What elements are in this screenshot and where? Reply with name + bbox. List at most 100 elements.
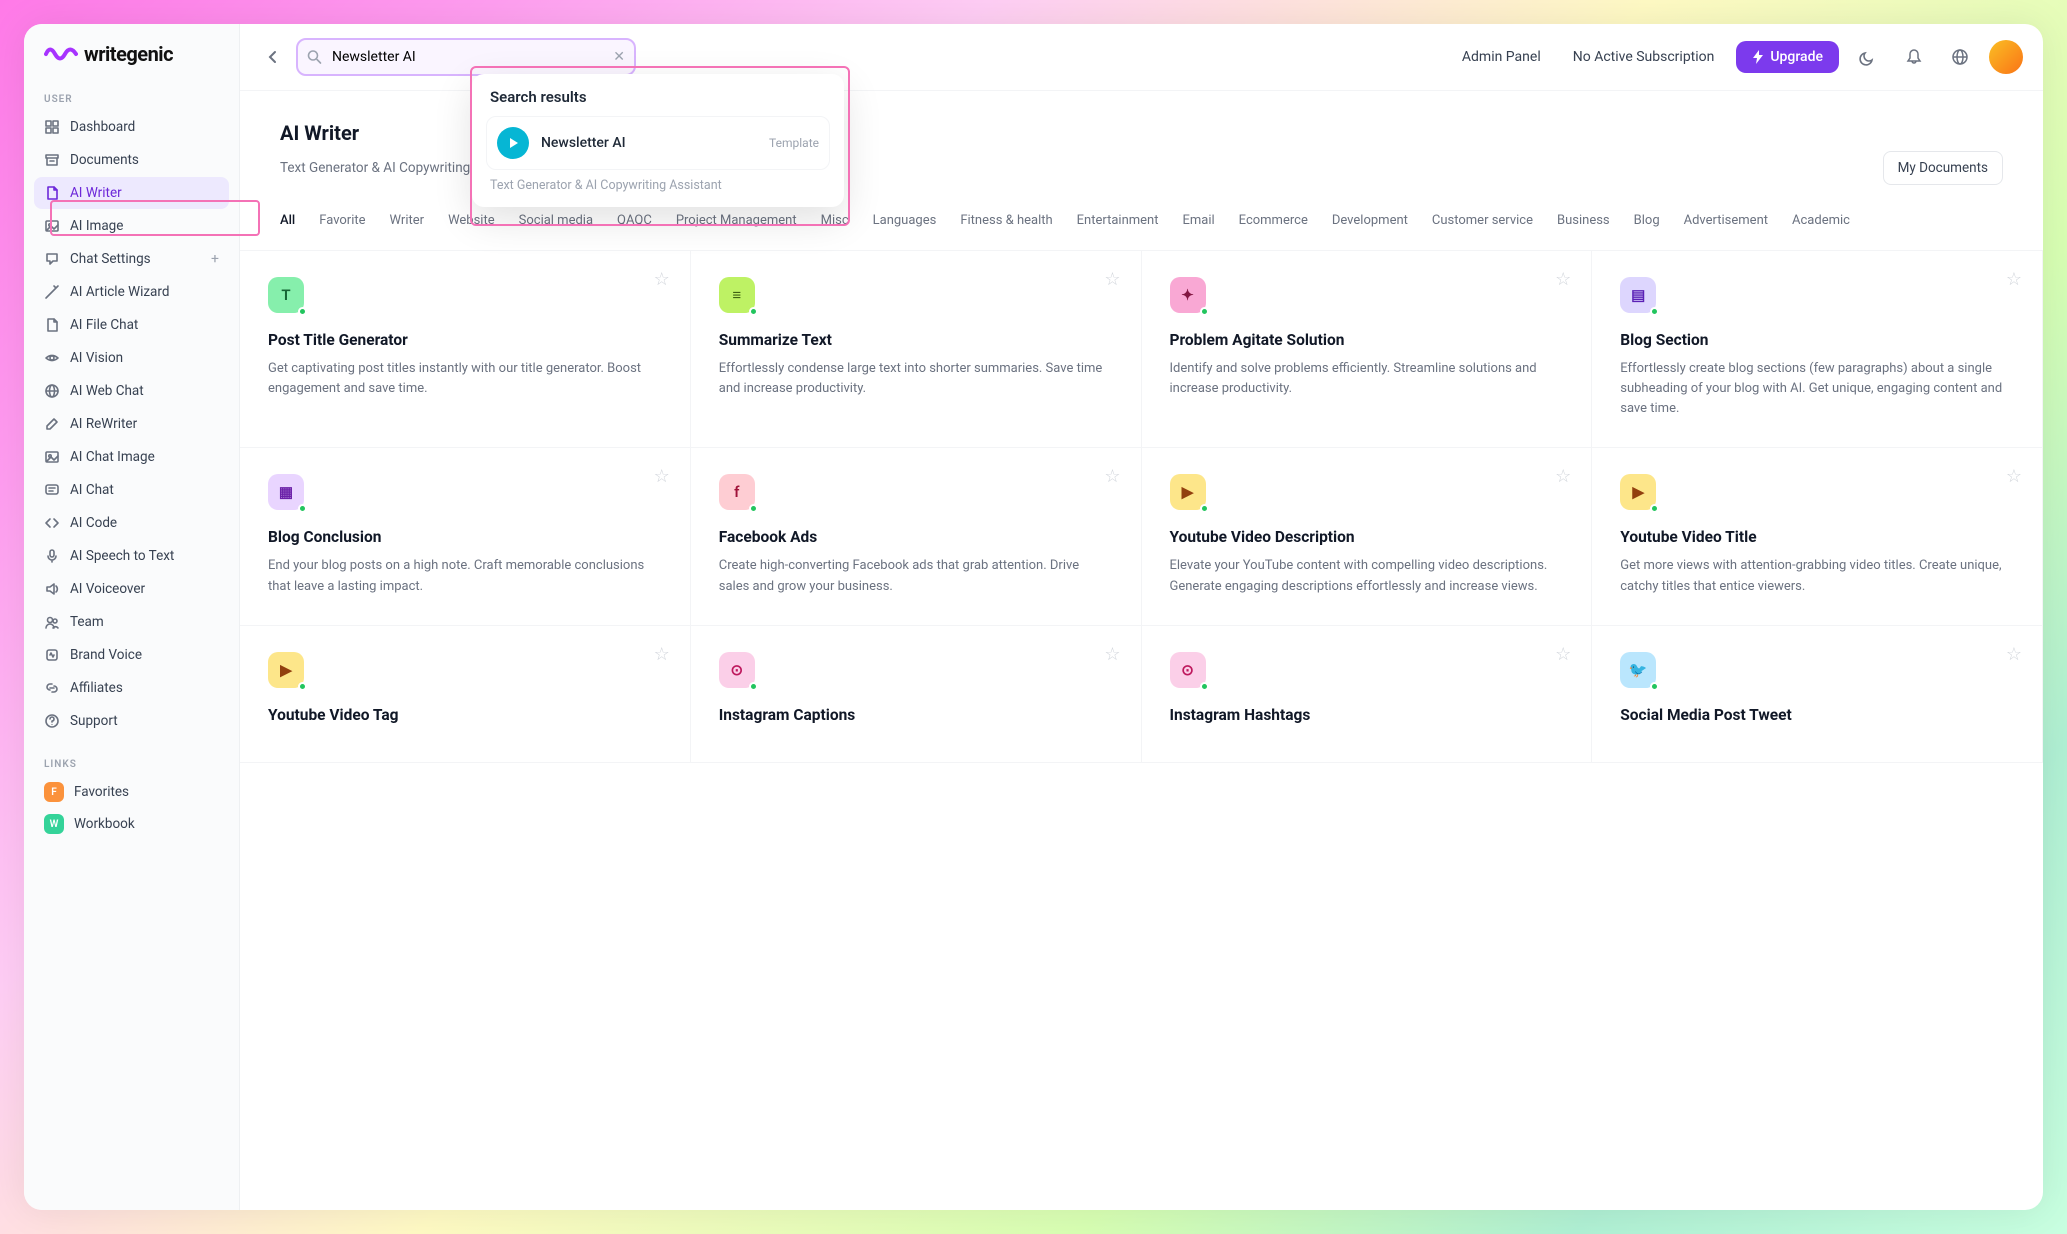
template-card[interactable]: ☆▶Youtube Video DescriptionElevate your … [1142,448,1593,625]
filter-tab-email[interactable]: Email [1182,209,1214,232]
template-card[interactable]: ☆▦Blog ConclusionEnd your blog posts on … [240,448,691,625]
archive-icon [44,152,60,168]
filter-tab-qaqc[interactable]: QAQC [617,209,652,232]
sidebar-item-ai-code[interactable]: AI Code [34,507,229,539]
favorite-star-icon[interactable]: ☆ [2006,466,2022,487]
admin-panel-link[interactable]: Admin Panel [1452,43,1551,71]
filter-tab-business[interactable]: Business [1557,209,1610,232]
search-input[interactable] [296,38,636,76]
template-card[interactable]: ☆fFacebook AdsCreate high-converting Fac… [691,448,1142,625]
sidebar-item-ai-web-chat[interactable]: AI Web Chat [34,375,229,407]
clear-search-button[interactable]: ✕ [613,49,625,65]
template-card[interactable]: ☆TPost Title GeneratorGet captivating po… [240,251,691,448]
sidebar-item-ai-writer[interactable]: AI Writer [34,177,229,209]
template-card[interactable]: ☆≡Summarize TextEffortlessly condense la… [691,251,1142,448]
link-badge-icon: W [44,814,64,834]
card-title: Blog Section [1620,331,2014,349]
sidebar-item-label: AI Article Wizard [70,284,169,300]
sidebar-item-ai-speech-to-text[interactable]: AI Speech to Text [34,540,229,572]
voice-icon [44,647,60,663]
favorite-star-icon[interactable]: ☆ [1104,644,1120,665]
sidebar-item-support[interactable]: Support [34,705,229,737]
template-card[interactable]: ☆▶Youtube Video Tag [240,626,691,763]
favorite-star-icon[interactable]: ☆ [1555,466,1571,487]
sidebar-item-ai-vision[interactable]: AI Vision [34,342,229,374]
template-card[interactable]: ☆▤Blog SectionEffortlessly create blog s… [1592,251,2043,448]
volume-icon [44,581,60,597]
sidebar-item-ai-rewriter[interactable]: AI ReWriter [34,408,229,440]
filter-tab-advertisement[interactable]: Advertisement [1684,209,1768,232]
sidebar-item-ai-chat[interactable]: AI Chat [34,474,229,506]
sidebar-item-chat-settings[interactable]: Chat Settings+ [34,243,229,275]
my-documents-button[interactable]: My Documents [1883,151,2003,185]
filter-tab-social-media[interactable]: Social media [519,209,593,232]
link-icon [44,680,60,696]
favorite-star-icon[interactable]: ☆ [654,269,670,290]
logo[interactable]: writegenic [34,42,229,86]
favorite-star-icon[interactable]: ☆ [1555,644,1571,665]
search-result-item[interactable]: Newsletter AI Template [486,116,830,170]
filter-tab-ecommerce[interactable]: Ecommerce [1239,209,1308,232]
user-avatar[interactable] [1989,40,2023,74]
favorite-star-icon[interactable]: ☆ [654,466,670,487]
notifications-button[interactable] [1897,40,1931,74]
card-icon: ▶ [1620,474,1656,510]
language-button[interactable] [1943,40,1977,74]
filter-tab-misc[interactable]: Misc [821,209,849,232]
app-window: writegenic USER DashboardDocumentsAI Wri… [24,24,2043,1210]
sidebar-item-ai-chat-image[interactable]: AI Chat Image [34,441,229,473]
card-description: Effortlessly create blog sections (few p… [1620,359,2014,419]
favorite-star-icon[interactable]: ☆ [654,644,670,665]
favorite-star-icon[interactable]: ☆ [1104,466,1120,487]
link-item-favorites[interactable]: FFavorites [34,776,229,808]
back-button[interactable] [260,45,284,69]
filter-tab-project-management[interactable]: Project Management [676,209,797,232]
filter-tab-fitness-health[interactable]: Fitness & health [960,209,1052,232]
upgrade-button[interactable]: Upgrade [1736,41,1839,73]
sidebar-item-ai-file-chat[interactable]: AI File Chat [34,309,229,341]
template-card[interactable]: ☆⊙Instagram Hashtags [1142,626,1593,763]
sidebar-item-dashboard[interactable]: Dashboard [34,111,229,143]
filter-tab-academic[interactable]: Academic [1792,209,1850,232]
plus-icon[interactable]: + [211,251,219,267]
template-card[interactable]: ☆🐦Social Media Post Tweet [1592,626,2043,763]
sidebar-item-ai-article-wizard[interactable]: AI Article Wizard [34,276,229,308]
filter-tab-development[interactable]: Development [1332,209,1408,232]
filter-tab-entertainment[interactable]: Entertainment [1077,209,1159,232]
card-title: Problem Agitate Solution [1170,331,1564,349]
sidebar-item-brand-voice[interactable]: Brand Voice [34,639,229,671]
filter-tab-languages[interactable]: Languages [873,209,937,232]
sidebar-item-documents[interactable]: Documents [34,144,229,176]
template-card[interactable]: ☆⊙Instagram Captions [691,626,1142,763]
sidebar-item-affiliates[interactable]: Affiliates [34,672,229,704]
favorite-star-icon[interactable]: ☆ [1104,269,1120,290]
main-content: ✕ Admin Panel No Active Subscription Upg… [240,24,2043,1210]
sidebar-item-team[interactable]: Team [34,606,229,638]
users-icon [44,614,60,630]
favorite-star-icon[interactable]: ☆ [2006,269,2022,290]
filter-tab-favorite[interactable]: Favorite [319,209,365,232]
card-icon: ▦ [268,474,304,510]
result-title: Newsletter AI [541,135,757,151]
link-item-workbook[interactable]: WWorkbook [34,808,229,840]
sidebar-item-label: AI Web Chat [70,383,144,399]
filter-tab-writer[interactable]: Writer [390,209,425,232]
image-icon [44,218,60,234]
filter-tab-all[interactable]: All [280,209,295,232]
sidebar-item-label: AI Chat [70,482,114,498]
filter-tab-website[interactable]: Website [448,209,495,232]
template-card[interactable]: ☆✦Problem Agitate SolutionIdentify and s… [1142,251,1593,448]
search-results-heading: Search results [486,88,830,106]
subscription-status[interactable]: No Active Subscription [1563,43,1725,71]
template-card[interactable]: ☆▶Youtube Video TitleGet more views with… [1592,448,2043,625]
card-title: Post Title Generator [268,331,662,349]
card-description: Elevate your YouTube content with compel… [1170,556,1564,596]
favorite-star-icon[interactable]: ☆ [2006,644,2022,665]
favorite-star-icon[interactable]: ☆ [1555,269,1571,290]
card-title: Instagram Hashtags [1170,706,1564,724]
filter-tab-customer-service[interactable]: Customer service [1432,209,1533,232]
filter-tab-blog[interactable]: Blog [1634,209,1660,232]
theme-toggle[interactable] [1851,40,1885,74]
sidebar-item-ai-image[interactable]: AI Image [34,210,229,242]
sidebar-item-ai-voiceover[interactable]: AI Voiceover [34,573,229,605]
